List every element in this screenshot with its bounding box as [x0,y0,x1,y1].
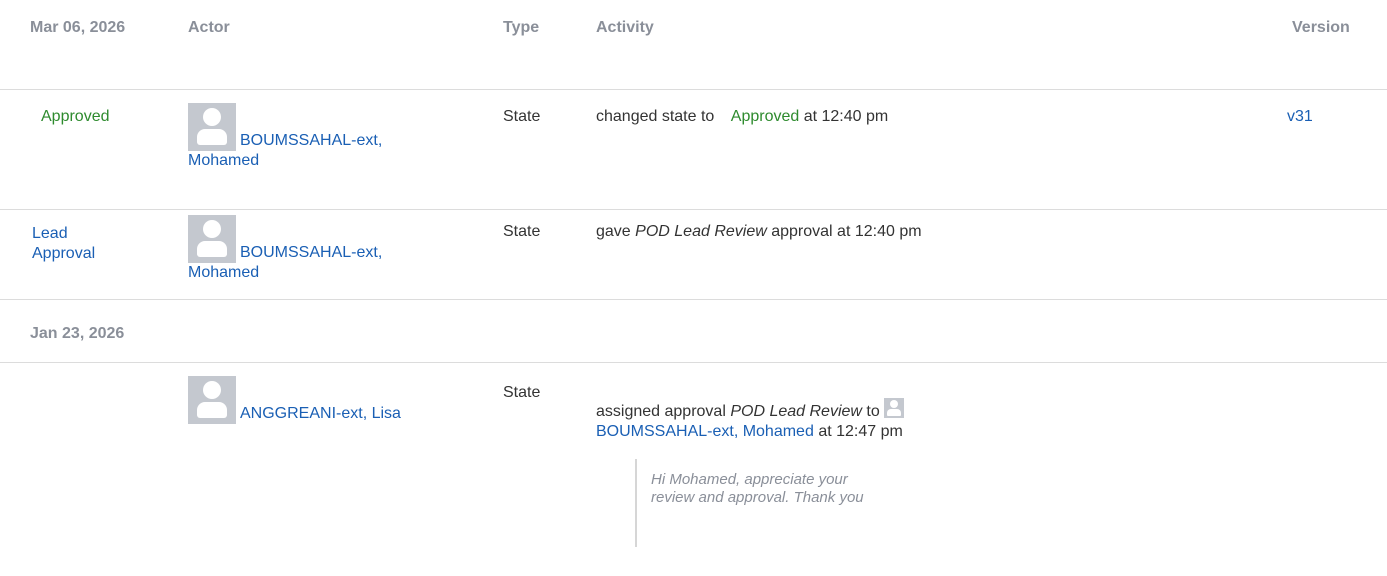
table-header: Mar 06, 2026 Actor Type Activity Version [0,0,1387,90]
activity-text: gave [596,223,631,240]
activity-cell: changed state to Approved at 12:40 pm [596,107,888,127]
table-row: Approved BOUMSSAHAL-ext, Mohamed State c… [0,90,1387,210]
actor-link[interactable]: ANGGREANI-ext, Lisa [240,405,401,422]
actor-cell: BOUMSSAHAL-ext, Mohamed [188,215,438,283]
activity-time: at 12:40 pm [803,108,889,125]
version-link[interactable]: v31 [1287,108,1313,125]
user-avatar-icon [188,103,236,151]
approval-name: POD Lead Review [635,223,767,240]
actor-cell: ANGGREANI-ext, Lisa [188,376,438,424]
row-label: Approved [41,108,110,125]
state-value: Approved [730,108,800,125]
assignee-link[interactable]: BOUMSSAHAL-ext, Mohamed [596,423,814,440]
user-avatar-icon [188,215,236,263]
approval-name: POD Lead Review [730,403,862,420]
header-type: Type [503,19,540,36]
user-avatar-icon [884,398,905,418]
comment-quote: Hi Mohamed, appreciate your review and a… [635,459,895,547]
date-group-label: Jan 23, 2026 [30,325,125,342]
header-actor: Actor [188,19,230,36]
type-cell: State [503,223,541,240]
activity-table: Mar 06, 2026 Actor Type Activity Version… [0,0,1387,575]
table-row: Lead Approval BOUMSSAHAL-ext, Mohamed St… [0,210,1387,300]
version-cell: v31 [1287,107,1313,127]
type-cell: State [503,108,541,125]
activity-text: changed state to [596,108,715,125]
activity-text: assigned approval [596,403,726,420]
activity-to: to [866,403,880,420]
user-avatar-icon [188,376,236,424]
header-date: Mar 06, 2026 [30,19,126,36]
actor-cell: BOUMSSAHAL-ext, Mohamed [188,103,438,171]
header-activity: Activity [596,19,654,36]
table-row: ANGGREANI-ext, Lisa State assigned appro… [0,363,1387,575]
activity-time: at 12:47 pm [818,423,903,440]
activity-cell: gave POD Lead Review approval at 12:40 p… [596,222,922,242]
date-group-row: Jan 23, 2026 [0,300,1387,363]
row-label-link[interactable]: Lead Approval [32,224,132,264]
header-version: Version [1292,19,1350,36]
type-cell: State [503,384,541,401]
activity-time: approval at 12:40 pm [771,223,922,240]
activity-cell: assigned approval POD Lead Review to BOU… [596,398,1016,442]
